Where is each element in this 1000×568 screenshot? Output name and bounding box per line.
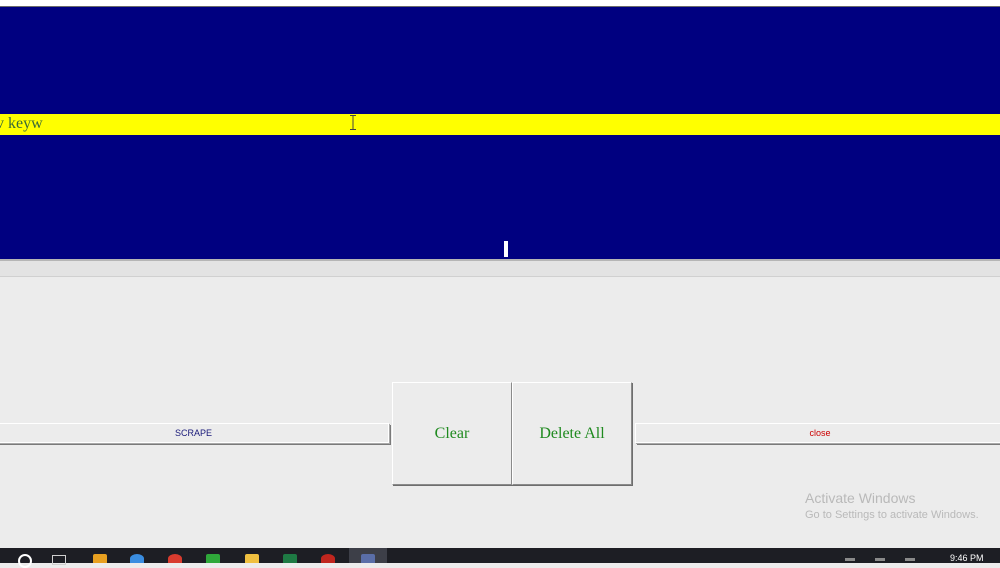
tray-icon[interactable] [845, 558, 855, 561]
active-taskbar-app[interactable] [349, 548, 387, 563]
task-view-icon[interactable] [52, 555, 66, 565]
scroll-marker[interactable] [504, 241, 508, 257]
folder-icon[interactable] [245, 554, 259, 563]
divider [0, 276, 1000, 277]
taskbar-clock[interactable]: 9:46 PM [950, 553, 984, 563]
scrape-button[interactable]: SCRAPE [0, 423, 389, 443]
clear-button[interactable]: Clear [392, 382, 512, 485]
edge-icon[interactable] [130, 554, 144, 563]
close-button[interactable]: close [635, 423, 1000, 443]
watermark-title: Activate Windows [805, 490, 916, 506]
delete-all-button-label: Delete All [539, 424, 605, 442]
tray-icon[interactable] [905, 558, 915, 561]
activate-windows-watermark: Activate Windows Go to Settings to activ… [805, 490, 979, 521]
python-icon [361, 554, 375, 563]
chrome-icon[interactable] [168, 554, 182, 563]
delete-all-button[interactable]: Delete All [512, 382, 632, 485]
system-tray [845, 558, 935, 561]
taskbar: 9:46 PM [0, 548, 1000, 568]
watermark-subtitle: Go to Settings to activate Windows. [805, 509, 979, 521]
search-icon[interactable] [18, 554, 32, 568]
status-strip [0, 261, 1000, 276]
app-icon[interactable] [206, 554, 220, 563]
clear-button-label: Clear [434, 424, 470, 442]
line-text: v keyw [0, 115, 43, 132]
file-explorer-icon[interactable] [93, 554, 107, 563]
text-area[interactable]: v keyw [0, 7, 1000, 259]
highlighted-line[interactable]: v keyw [0, 114, 1000, 135]
scrape-button-label: SCRAPE [174, 428, 212, 438]
ibeam-cursor-icon [350, 115, 356, 130]
tray-icon[interactable] [875, 558, 885, 561]
opera-icon[interactable] [321, 554, 335, 563]
close-button-label: close [809, 428, 831, 438]
excel-icon[interactable] [283, 554, 297, 563]
